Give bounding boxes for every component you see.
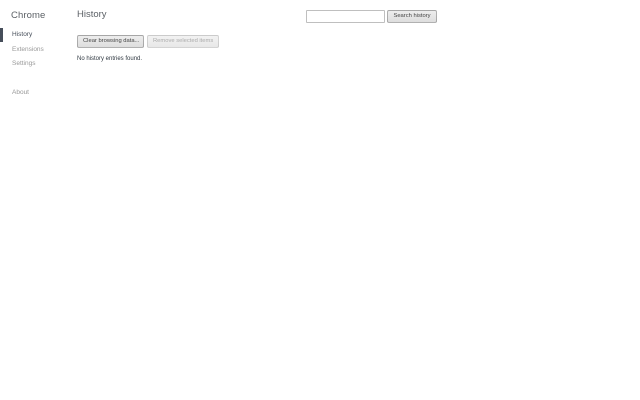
clear-browsing-data-button[interactable]: Clear browsing data...: [77, 35, 144, 48]
empty-history-message: No history entries found.: [77, 56, 143, 62]
chrome-history-page: Chrome History Extensions Settings About…: [0, 0, 640, 400]
selected-indicator: [0, 28, 3, 42]
sidebar-item-settings[interactable]: Settings: [0, 57, 66, 72]
remove-selected-items-button[interactable]: Remove selected items: [147, 35, 219, 48]
search-history-button[interactable]: Search history: [387, 10, 437, 23]
main-content: History Search history Clear browsing da…: [77, 0, 640, 400]
brand-title: Chrome: [11, 10, 46, 21]
page-title: History: [77, 9, 107, 20]
search-area: Search history: [306, 10, 437, 23]
sidebar-nav: History Extensions Settings About: [0, 28, 66, 100]
sidebar-item-extensions[interactable]: Extensions: [0, 43, 66, 58]
sidebar-item-label: Settings: [12, 60, 36, 67]
sidebar-item-label: Extensions: [12, 45, 44, 53]
sidebar: Chrome History Extensions Settings About: [0, 0, 66, 400]
sidebar-item-about[interactable]: About: [0, 86, 66, 101]
sidebar-item-label: History: [12, 31, 33, 38]
history-actions: Clear browsing data... Remove selected i…: [77, 35, 219, 48]
sidebar-item-history[interactable]: History: [0, 28, 66, 43]
sidebar-separator: [0, 72, 66, 86]
search-input[interactable]: [306, 10, 385, 23]
sidebar-item-label: About: [12, 88, 29, 96]
